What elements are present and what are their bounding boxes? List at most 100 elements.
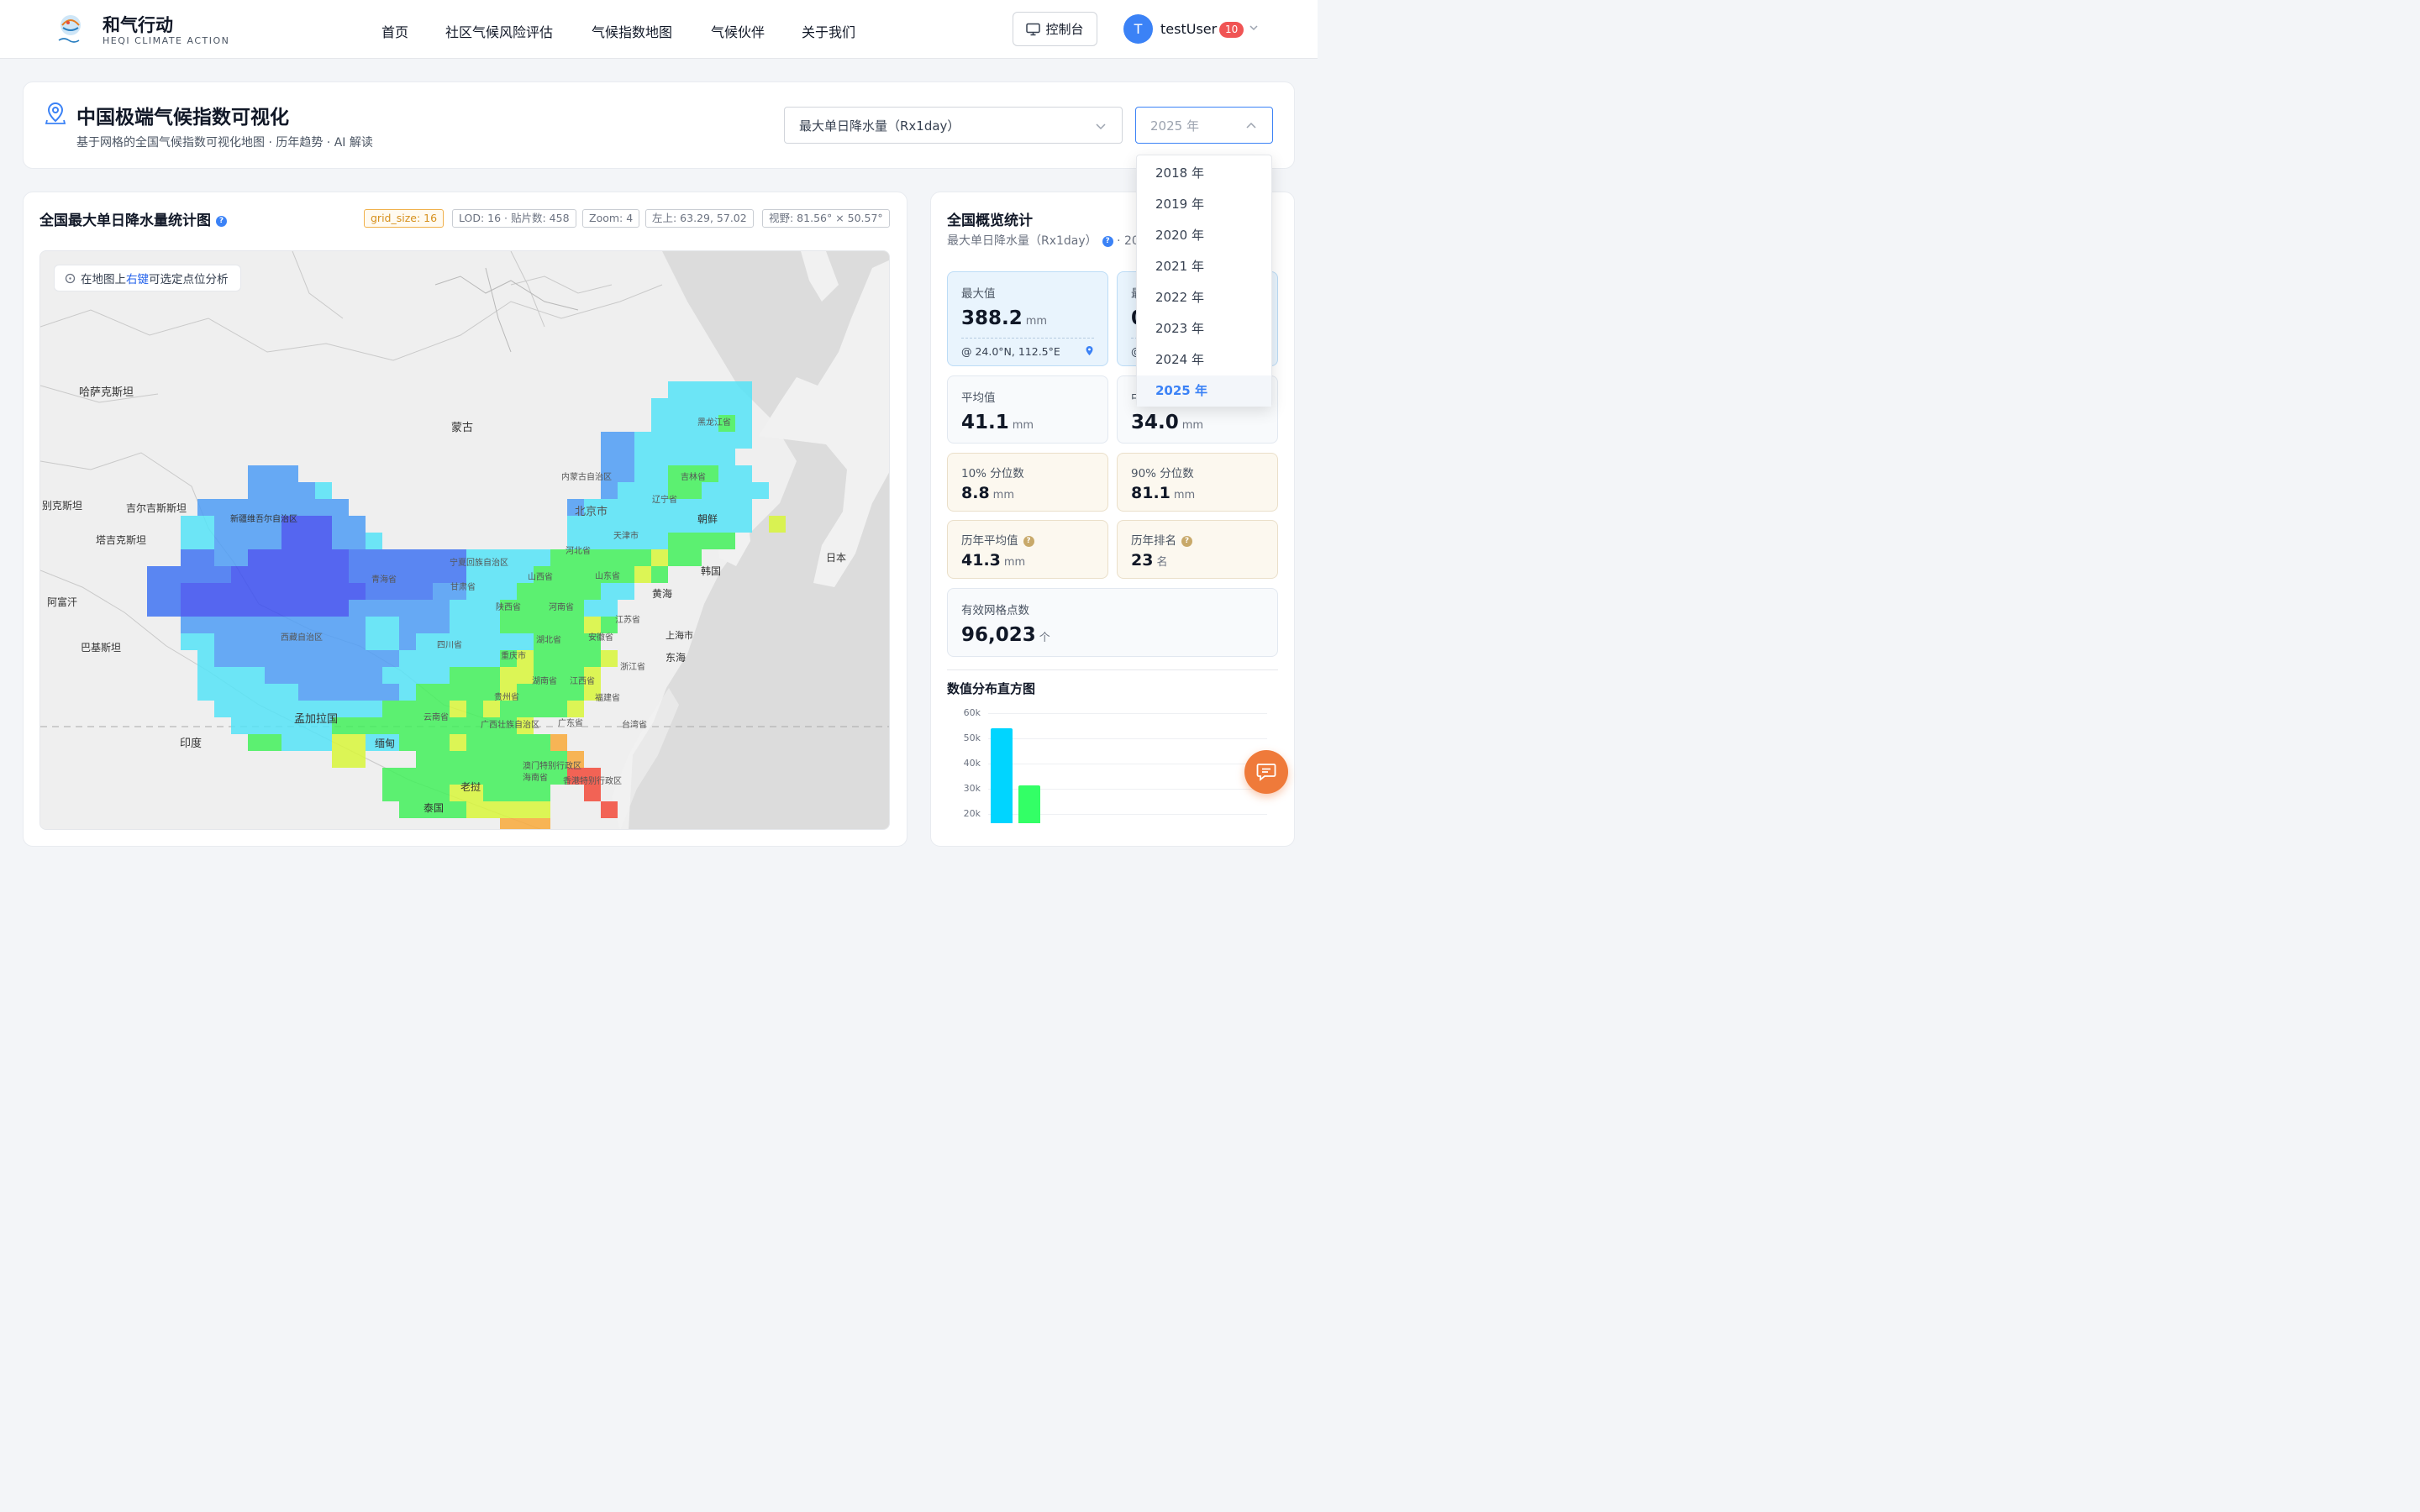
grid-cell[interactable] — [433, 600, 450, 617]
grid-cell[interactable] — [197, 633, 214, 650]
grid-cell[interactable] — [265, 583, 281, 600]
grid-cell[interactable] — [651, 516, 668, 533]
grid-cell[interactable] — [517, 785, 534, 801]
grid-cell[interactable] — [315, 549, 332, 566]
grid-cell[interactable] — [584, 600, 601, 617]
grid-cell[interactable] — [685, 533, 702, 549]
grid-cell[interactable] — [265, 717, 281, 734]
grid-cell[interactable] — [433, 549, 450, 566]
grid-cell[interactable] — [349, 717, 366, 734]
grid-cell[interactable] — [634, 516, 651, 533]
grid-cell[interactable] — [265, 684, 281, 701]
grid-cell[interactable] — [466, 734, 483, 751]
grid-cell[interactable] — [517, 617, 534, 633]
grid-cell[interactable] — [332, 633, 349, 650]
grid-cell[interactable] — [601, 801, 618, 818]
grid-cell[interactable] — [181, 633, 197, 650]
grid-cell[interactable] — [416, 583, 433, 600]
grid-cell[interactable] — [298, 684, 315, 701]
grid-cell[interactable] — [332, 583, 349, 600]
grid-cell[interactable] — [399, 684, 416, 701]
grid-cell[interactable] — [298, 482, 315, 499]
grid-cell[interactable] — [197, 566, 214, 583]
grid-cell[interactable] — [214, 701, 231, 717]
grid-cell[interactable] — [349, 583, 366, 600]
nav-risk-assessment[interactable]: 社区气候风险评估 — [445, 21, 553, 41]
grid-cell[interactable] — [315, 617, 332, 633]
grid-cell[interactable] — [147, 566, 164, 583]
grid-cell[interactable] — [550, 734, 567, 751]
grid-cell[interactable] — [567, 684, 584, 701]
grid-cell[interactable] — [517, 667, 534, 684]
grid-cell[interactable] — [416, 734, 433, 751]
grid-cell[interactable] — [668, 533, 685, 549]
grid-cell[interactable] — [718, 516, 735, 533]
grid-cell[interactable] — [248, 533, 265, 549]
grid-cell[interactable] — [231, 650, 248, 667]
help-icon[interactable]: ? — [216, 215, 227, 227]
grid-cell[interactable] — [483, 785, 500, 801]
grid-cell[interactable] — [483, 751, 500, 768]
grid-cell[interactable] — [214, 499, 231, 516]
grid-cell[interactable] — [517, 633, 534, 650]
grid-cell[interactable] — [248, 633, 265, 650]
grid-cell[interactable] — [584, 650, 601, 667]
grid-cell[interactable] — [685, 381, 702, 398]
grid-cell[interactable] — [382, 717, 399, 734]
grid-cell[interactable] — [248, 465, 265, 482]
grid-cell[interactable] — [298, 516, 315, 533]
grid-cell[interactable] — [265, 667, 281, 684]
grid-cell[interactable] — [181, 617, 197, 633]
grid-cell[interactable] — [500, 785, 517, 801]
grid-cell[interactable] — [164, 583, 181, 600]
grid-cell[interactable] — [685, 482, 702, 499]
grid-cell[interactable] — [366, 650, 382, 667]
grid-cell[interactable] — [315, 650, 332, 667]
grid-cell[interactable] — [718, 449, 735, 465]
username[interactable]: testUser — [1160, 21, 1217, 37]
grid-cell[interactable] — [466, 650, 483, 667]
grid-cell[interactable] — [550, 684, 567, 701]
grid-cell[interactable] — [416, 633, 433, 650]
grid-cell[interactable] — [433, 583, 450, 600]
grid-cell[interactable] — [281, 684, 298, 701]
help-icon[interactable]: ? — [1181, 535, 1192, 547]
climate-map[interactable]: 哈萨克斯坦 蒙古 别克斯坦 吉尔吉斯斯坦 塔吉克斯坦 阿富汗 巴基斯坦 新疆维吾尔自治区 青海省… — [39, 250, 890, 830]
grid-cell[interactable] — [399, 768, 416, 785]
grid-cell[interactable] — [399, 617, 416, 633]
grid-cell[interactable] — [735, 432, 752, 449]
grid-cell[interactable] — [197, 583, 214, 600]
grid-cell[interactable] — [366, 717, 382, 734]
grid-cell[interactable] — [651, 415, 668, 432]
grid-cell[interactable] — [281, 465, 298, 482]
grid-cell[interactable] — [332, 667, 349, 684]
grid-cell[interactable] — [248, 583, 265, 600]
grid-cell[interactable] — [147, 600, 164, 617]
grid-cell[interactable] — [483, 801, 500, 818]
grid-cell[interactable] — [332, 499, 349, 516]
grid-cell[interactable] — [231, 499, 248, 516]
grid-cell[interactable] — [366, 667, 382, 684]
grid-cell[interactable] — [534, 785, 550, 801]
grid-cell[interactable] — [281, 566, 298, 583]
year-option[interactable]: 2023 年 — [1137, 313, 1271, 344]
grid-cell[interactable] — [718, 432, 735, 449]
grid-cell[interactable] — [668, 415, 685, 432]
grid-cell[interactable] — [281, 734, 298, 751]
help-icon[interactable]: ? — [1023, 535, 1034, 547]
grid-cell[interactable] — [466, 684, 483, 701]
grid-cell[interactable] — [382, 617, 399, 633]
grid-cell[interactable] — [265, 533, 281, 549]
grid-cell[interactable] — [349, 734, 366, 751]
grid-cell[interactable] — [517, 801, 534, 818]
grid-cell[interactable] — [584, 583, 601, 600]
grid-cell[interactable] — [651, 533, 668, 549]
grid-cell[interactable] — [618, 465, 634, 482]
grid-cell[interactable] — [231, 617, 248, 633]
grid-cell[interactable] — [618, 499, 634, 516]
grid-cell[interactable] — [466, 751, 483, 768]
grid-cell[interactable] — [315, 600, 332, 617]
grid-cell[interactable] — [265, 633, 281, 650]
grid-cell[interactable] — [349, 701, 366, 717]
grid-cell[interactable] — [197, 650, 214, 667]
